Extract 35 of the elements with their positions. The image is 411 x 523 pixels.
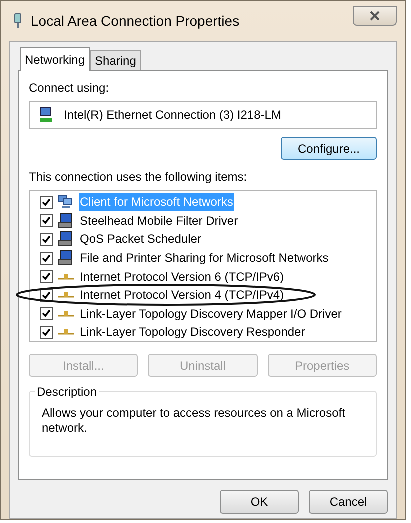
- computer-icon: [58, 250, 74, 266]
- computer-icon: [58, 231, 74, 248]
- network-line-icon: [58, 310, 74, 318]
- checkbox[interactable]: [40, 270, 53, 284]
- dialog-button[interactable]: Cancel: [309, 490, 388, 514]
- list-item[interactable]: Steelhead Mobile Filter Driver: [79, 212, 240, 230]
- checkbox[interactable]: [40, 307, 53, 320]
- network-computers-icon: [58, 194, 74, 210]
- checkbox[interactable]: [40, 232, 53, 246]
- connect-using-label: Connect using:: [29, 80, 110, 97]
- checkbox[interactable]: [40, 326, 53, 339]
- items-label: This connection uses the following items:: [29, 169, 248, 186]
- list-item[interactable]: File and Printer Sharing for Microsoft Networks: [79, 249, 330, 268]
- list-item[interactable]: QoS Packet Scheduler: [79, 230, 202, 248]
- close-button[interactable]: [353, 6, 397, 26]
- description-text: Allows your computer to access resources on a Microsoft network.: [42, 406, 346, 436]
- list-item[interactable]: Link-Layer Topology Discovery Mapper I/O Driver: [79, 304, 343, 323]
- tab[interactable]: Sharing: [90, 50, 142, 70]
- checkbox[interactable]: [40, 252, 53, 265]
- list-item[interactable]: Link-Layer Topology Discovery Responder: [79, 323, 306, 342]
- network-line-icon: [58, 291, 74, 300]
- adapter-field: Intel(R) Ethernet Connection (3) I218-LM: [29, 101, 377, 129]
- checkbox[interactable]: [40, 214, 53, 228]
- network-line-icon: [58, 328, 74, 336]
- configure-button[interactable]: Configure...: [281, 137, 377, 160]
- network-adapter-icon: [38, 107, 54, 123]
- network-plug-icon: [13, 13, 23, 29]
- dialog-button[interactable]: OK: [220, 490, 299, 514]
- checkbox[interactable]: [40, 196, 53, 209]
- network-line-icon: [58, 272, 74, 281]
- list-item[interactable]: Internet Protocol Version 6 (TCP/IPv6): [79, 268, 286, 286]
- window-title: Local Area Connection Properties: [31, 12, 240, 31]
- computer-icon: [58, 212, 74, 229]
- close-icon: [370, 11, 380, 21]
- tab[interactable]: Networking: [20, 47, 90, 71]
